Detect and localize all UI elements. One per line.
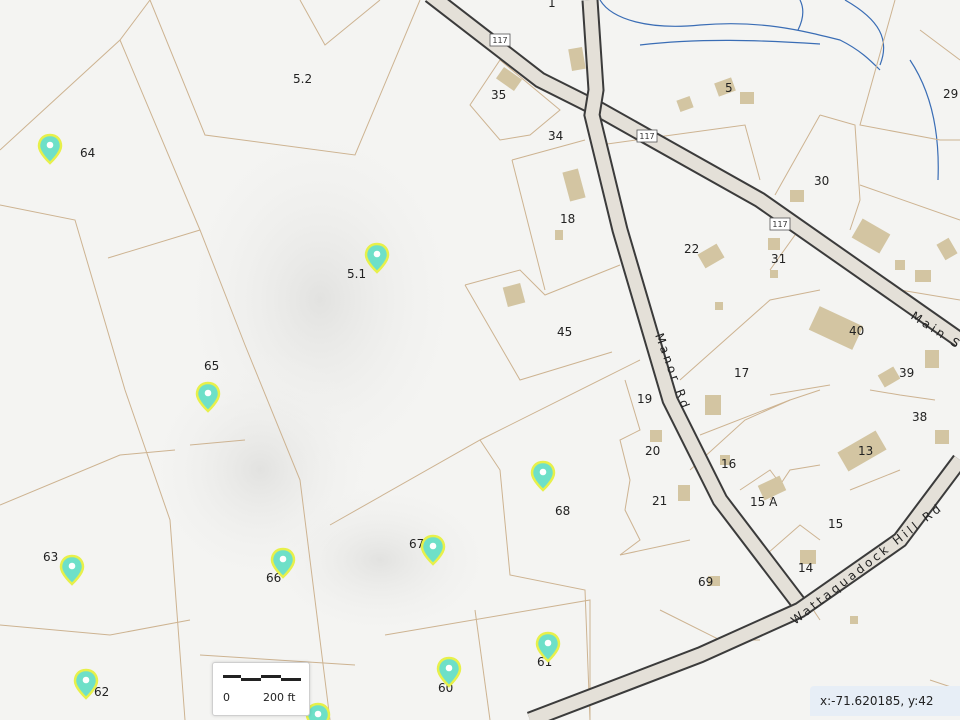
scale-bar: 0 200 ft (212, 662, 310, 716)
markers-layer (37, 133, 561, 720)
location-pin-icon[interactable] (59, 554, 85, 586)
location-pin-icon[interactable] (420, 534, 446, 566)
map-canvas[interactable]: 117 117 117 Manor Rd Main S Wattaquadock… (0, 0, 960, 720)
location-pin-icon[interactable] (37, 133, 63, 165)
location-pin-icon[interactable] (270, 547, 296, 579)
location-pin-icon[interactable] (530, 460, 556, 492)
location-pin-icon[interactable] (364, 242, 390, 274)
scale-distance-label: 200 ft (263, 691, 296, 704)
location-pin-icon[interactable] (436, 656, 462, 688)
coordinate-readout: x:-71.620185, y:42 (810, 686, 960, 716)
scale-zero-label: 0 (223, 691, 230, 704)
location-pin-icon[interactable] (195, 381, 221, 413)
scale-bar-graphic (223, 675, 301, 681)
location-pin-icon[interactable] (73, 668, 99, 700)
location-pin-icon[interactable] (305, 702, 331, 720)
location-pin-icon[interactable] (535, 631, 561, 663)
